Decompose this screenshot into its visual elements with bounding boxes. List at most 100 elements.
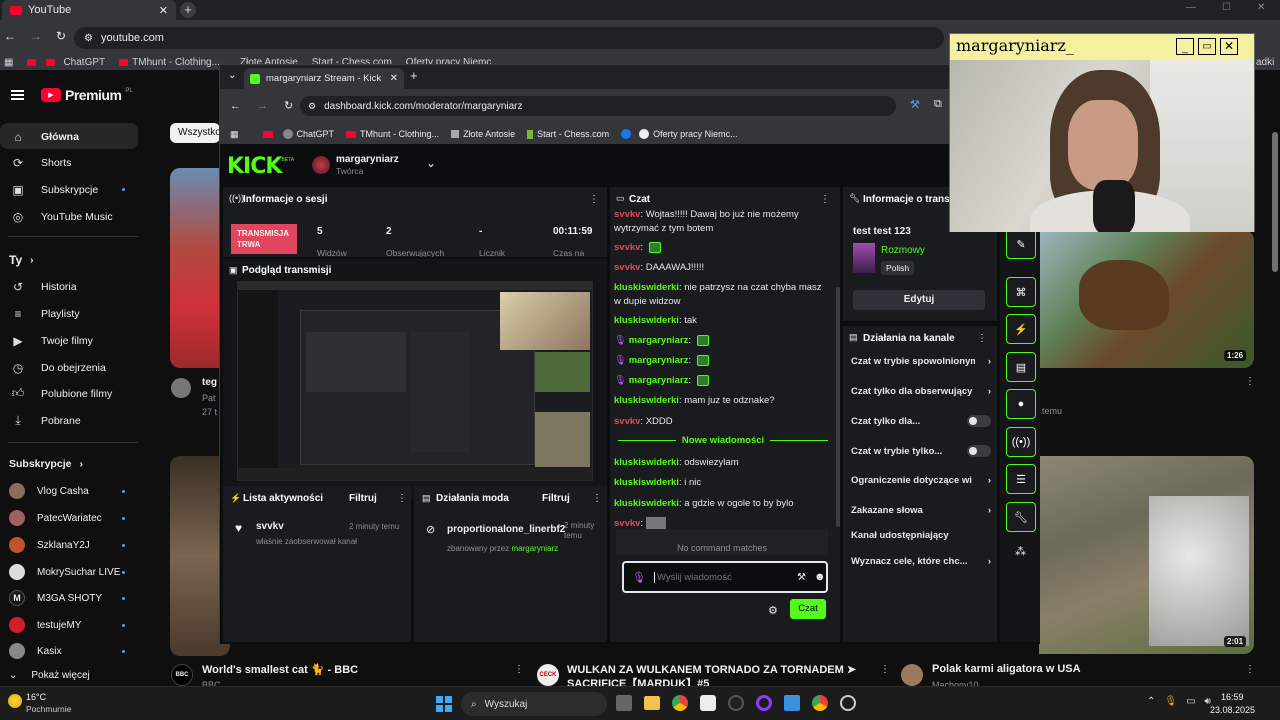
video-title[interactable]: World's smallest cat 🐈 - BBC <box>202 663 502 676</box>
menu-icon[interactable] <box>11 90 24 100</box>
action-goals[interactable]: Wyznacz cele, które chc... › <box>851 550 991 572</box>
chat-username[interactable]: svvkv <box>614 416 640 427</box>
subs-header[interactable]: Subskrypcje › <box>9 458 83 470</box>
clock-time[interactable]: 16:59 <box>1221 692 1244 702</box>
show-more-button[interactable]: ⌄ Pokaż więcej <box>9 670 90 681</box>
windows-start-icon[interactable] <box>436 696 452 712</box>
channel-avatar[interactable]: BBC <box>171 664 193 686</box>
chat-message[interactable]: svvkv: XDDD <box>614 415 826 429</box>
taskbar-search[interactable]: ⌕ Wyszukaj <box>461 692 607 716</box>
smiley-icon[interactable]: ☻ <box>814 571 826 583</box>
chat-username[interactable]: kluskiswiderki <box>614 395 679 406</box>
chat-input-box[interactable]: 🎙︎ ⚒ ☻ <box>622 561 828 593</box>
sidebar-item-watch-later[interactable]: ◷ Do obejrzenia <box>0 354 138 381</box>
action-account-age[interactable]: Ograniczenie dotyczące wi › <box>851 469 991 491</box>
chat-message[interactable]: 🎙︎ margaryniarz: <box>614 334 826 348</box>
back-icon[interactable]: ← <box>4 29 16 43</box>
broadcast-icon[interactable]: ((•)) <box>1006 427 1036 457</box>
chat-message[interactable]: kluskiswiderki: a gdzie w ogole to by by… <box>614 497 826 511</box>
avatar[interactable] <box>312 156 330 174</box>
scrollbar-thumb[interactable] <box>1272 132 1278 272</box>
lightning-icon[interactable]: ⚡ <box>1006 314 1036 344</box>
microphone-icon[interactable]: 🎙︎ <box>632 571 646 584</box>
chat-message[interactable]: svvkv: DAAAWAJ!!!!! <box>614 261 826 275</box>
sidebar-item-downloads[interactable]: ⤓ Pobrane <box>0 407 138 434</box>
action-emote-only[interactable]: Czat w trybie tylko... <box>851 440 991 462</box>
chat-message[interactable]: kluskiswiderki: nie patrzysz na czat chy… <box>614 281 826 309</box>
chrome-icon[interactable] <box>672 695 688 711</box>
chat-username[interactable]: kluskiswiderki <box>614 282 679 293</box>
minimize-icon[interactable]: _ <box>1176 38 1194 55</box>
more-options-icon[interactable]: ⋮ <box>880 664 890 675</box>
sidebar-item-your-videos[interactable]: ▶ Twoje filmy <box>0 327 138 354</box>
chat-message[interactable]: 🎙︎ margaryniarz: <box>614 354 826 368</box>
chevron-up-icon[interactable]: ⌃ <box>1147 696 1155 707</box>
bookmark-0[interactable]: ChatGPT <box>27 57 105 68</box>
channel-avatar[interactable] <box>901 664 923 686</box>
yt-omnibox[interactable]: ⚙ youtube.com <box>74 27 944 49</box>
chat-message[interactable]: svvkv: Wojtas!!!!! Dawaj bo już nie może… <box>614 208 826 236</box>
sub-channel[interactable]: M M3GA SHOTY <box>0 585 138 611</box>
chat-username[interactable]: margaryniarz <box>629 355 689 366</box>
apps-icon[interactable]: ▦ <box>4 57 13 68</box>
more-options-icon[interactable]: ⋮ <box>820 194 830 205</box>
chat-bubble-icon[interactable]: ● <box>1006 389 1036 419</box>
app-icon[interactable] <box>756 695 772 711</box>
chat-message[interactable]: kluskiswiderki: i nic <box>614 476 826 490</box>
action-followers-only[interactable]: Czat tylko dla obserwujący › <box>851 380 991 402</box>
chat-username[interactable]: svvkv <box>614 242 640 253</box>
chat-username[interactable]: kluskiswiderki <box>614 477 679 488</box>
new-tab-button[interactable]: + <box>410 68 418 83</box>
toggle-switch[interactable] <box>967 415 991 427</box>
task-view-icon[interactable] <box>616 695 632 711</box>
close-tab-icon[interactable]: ✕ <box>159 4 168 17</box>
document-icon[interactable]: ▤ <box>1006 352 1036 382</box>
bookmark-0[interactable]: ChatGPT <box>251 129 334 139</box>
chrome-icon[interactable] <box>812 695 828 711</box>
kick-logo[interactable]: KICK BETA <box>227 154 294 179</box>
bookmark-fragment[interactable]: adki <box>1256 57 1274 68</box>
toggle-switch[interactable] <box>967 445 991 457</box>
more-options-icon[interactable]: ⋮ <box>589 194 599 205</box>
river-video-thumbnail[interactable] <box>1039 456 1254 654</box>
chip-all[interactable]: Wszystko <box>170 123 220 143</box>
action-banned-words[interactable]: Zakazane słowa › <box>851 499 991 521</box>
app-icon[interactable] <box>840 695 856 711</box>
bookmark-3[interactable]: Start - Chess.com <box>527 129 609 139</box>
new-tab-button[interactable]: + <box>180 2 196 18</box>
maximize-icon[interactable]: ☐ <box>1222 2 1231 13</box>
maximize-icon[interactable]: ▭ <box>1198 38 1216 55</box>
sub-channel[interactable]: MokrySuchar LIVE <box>0 559 138 585</box>
chat-username[interactable]: svvkv <box>614 209 640 220</box>
file-explorer-icon[interactable] <box>644 696 660 710</box>
more-options-icon[interactable]: ⋮ <box>592 493 602 504</box>
close-icon[interactable]: ✕ <box>1220 38 1238 55</box>
pencil-icon[interactable]: ✎ <box>1006 229 1036 259</box>
kick-tab[interactable]: margaryniarz Stream - Kick Da ✕ <box>244 68 404 89</box>
chat-input[interactable] <box>653 571 789 583</box>
add-widget-icon[interactable]: ⁂ <box>1015 545 1026 558</box>
emote-picker-icon[interactable]: ⚒ <box>797 572 806 583</box>
chat-username[interactable]: svvkv <box>614 262 640 273</box>
channel-switch-chevron-icon[interactable]: ⌄ <box>426 156 436 170</box>
bookmark-4[interactable]: Oferty pracy Niemc... <box>621 129 738 139</box>
action-slow-mode[interactable]: Czat w trybie spowolnionym › <box>851 350 991 372</box>
video-title[interactable]: Polak karmi aligatora w USA <box>932 663 1232 675</box>
chat-message[interactable]: 🎙︎ margaryniarz: <box>614 374 826 388</box>
minimize-icon[interactable]: — <box>1186 2 1196 13</box>
more-options-icon[interactable]: ⋮ <box>1245 376 1255 387</box>
clip-icon[interactable]: ⌘ <box>1006 277 1036 307</box>
more-options-icon[interactable]: ⋮ <box>397 493 407 504</box>
reload-icon[interactable]: ↻ <box>284 99 293 112</box>
extension-icon[interactable]: ⚒ <box>910 98 920 111</box>
chat-username[interactable]: kluskiswiderki <box>614 498 679 509</box>
forward-icon[interactable]: → <box>30 29 42 43</box>
action-subs-only[interactable]: Czat tylko dla... <box>851 410 991 432</box>
more-options-icon[interactable]: ⋮ <box>1245 664 1255 675</box>
sub-channel[interactable]: SzklanaY2J <box>0 532 138 558</box>
stream-preview-video[interactable] <box>237 281 593 481</box>
bookmark-2[interactable]: Złote Antosie <box>451 129 515 139</box>
wrench-icon[interactable]: 🔧︎ <box>1006 502 1036 532</box>
close-tab-icon[interactable]: ✕ <box>390 73 398 84</box>
sidebar-item-liked[interactable]: 👍︎ Polubione filmy <box>0 380 138 407</box>
